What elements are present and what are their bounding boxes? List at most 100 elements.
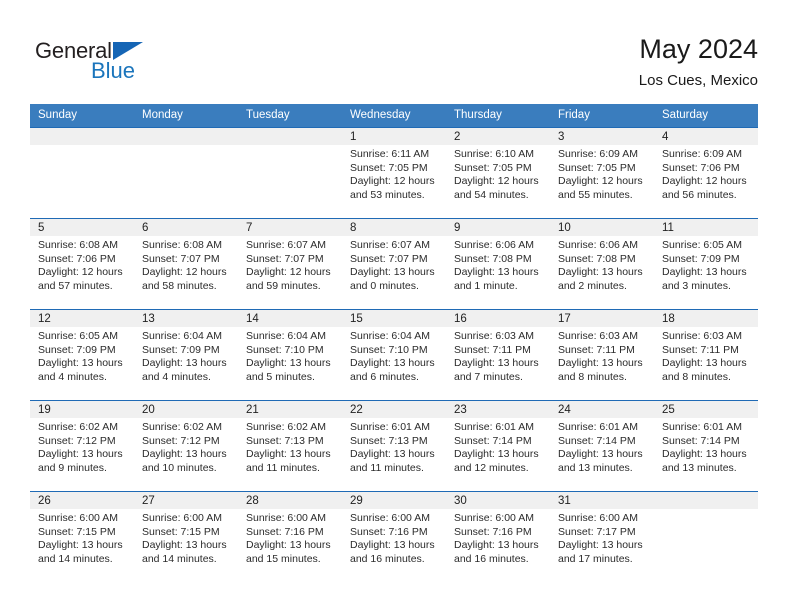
day-details: Sunrise: 6:03 AM Sunset: 7:11 PM Daylight:… bbox=[446, 327, 550, 384]
sunset-text: Sunset: 7:11 PM bbox=[454, 343, 531, 356]
sunrise-text: Sunrise: 6:11 AM bbox=[350, 148, 430, 160]
day-details: Sunrise: 6:01 AM Sunset: 7:14 PM Daylight:… bbox=[654, 418, 758, 475]
day-cell[interactable]: 26 Sunrise: 6:00 AM Sunset: 7:15 PM Dayligh… bbox=[30, 492, 134, 582]
day-cell[interactable]: 14 Sunrise: 6:04 AM Sunset: 7:10 PM Dayligh… bbox=[238, 310, 342, 400]
sunrise-text: Sunrise: 6:00 AM bbox=[558, 512, 638, 524]
calendar-cell: 8 Sunrise: 6:07 AM Sunset: 7:07 PM Daylight… bbox=[342, 218, 446, 310]
sunset-text: Sunset: 7:13 PM bbox=[350, 434, 428, 447]
daylight-text: Daylight: 13 hours bbox=[558, 539, 643, 552]
day-cell[interactable]: 25 Sunrise: 6:01 AM Sunset: 7:14 PM Dayligh… bbox=[654, 401, 758, 491]
day-cell[interactable]: 31 Sunrise: 6:00 AM Sunset: 7:17 PM Dayligh… bbox=[550, 492, 654, 582]
day-cell[interactable]: 9 Sunrise: 6:06 AM Sunset: 7:08 PM Daylight… bbox=[446, 219, 550, 309]
day-cell[interactable]: 6 Sunrise: 6:08 AM Sunset: 7:07 PM Daylight… bbox=[134, 219, 238, 309]
day-details: Sunrise: 6:09 AM Sunset: 7:05 PM Daylight:… bbox=[550, 145, 654, 202]
general-blue-logo[interactable]: General Blue bbox=[35, 38, 235, 88]
day-details: Sunrise: 6:03 AM Sunset: 7:11 PM Daylight:… bbox=[550, 327, 654, 384]
calendar-cell: 14 Sunrise: 6:04 AM Sunset: 7:10 PM Dayligh… bbox=[238, 309, 342, 401]
calendar-cell: 6 Sunrise: 6:08 AM Sunset: 7:07 PM Daylight… bbox=[134, 218, 238, 310]
daylight-text: and 7 minutes. bbox=[454, 370, 523, 383]
day-cell[interactable]: 30 Sunrise: 6:00 AM Sunset: 7:16 PM Dayligh… bbox=[446, 492, 550, 582]
calendar-cell: 27 Sunrise: 6:00 AM Sunset: 7:15 PM Dayligh… bbox=[134, 491, 238, 582]
day-details: Sunrise: 6:04 AM Sunset: 7:09 PM Daylight:… bbox=[134, 327, 238, 384]
daylight-text: Daylight: 13 hours bbox=[142, 448, 227, 461]
day-number: 26 bbox=[30, 492, 134, 509]
day-cell[interactable]: 5 Sunrise: 6:08 AM Sunset: 7:06 PM Daylight… bbox=[30, 219, 134, 309]
day-cell[interactable]: 29 Sunrise: 6:00 AM Sunset: 7:16 PM Dayligh… bbox=[342, 492, 446, 582]
day-cell[interactable]: 28 Sunrise: 6:00 AM Sunset: 7:16 PM Dayligh… bbox=[238, 492, 342, 582]
daylight-text: Daylight: 13 hours bbox=[142, 539, 227, 552]
sunrise-text: Sunrise: 6:00 AM bbox=[350, 512, 430, 524]
day-details: Sunrise: 6:03 AM Sunset: 7:11 PM Daylight:… bbox=[654, 327, 758, 384]
daylight-text: Daylight: 13 hours bbox=[662, 357, 747, 370]
daylight-text: Daylight: 13 hours bbox=[558, 266, 643, 279]
daylight-text: and 16 minutes. bbox=[454, 552, 529, 565]
day-cell[interactable]: 8 Sunrise: 6:07 AM Sunset: 7:07 PM Daylight… bbox=[342, 219, 446, 309]
calendar-cell: 16 Sunrise: 6:03 AM Sunset: 7:11 PM Dayligh… bbox=[446, 309, 550, 401]
sunrise-text: Sunrise: 6:02 AM bbox=[38, 421, 118, 433]
day-number: 19 bbox=[30, 401, 134, 418]
day-number bbox=[30, 128, 134, 145]
day-cell[interactable]: 27 Sunrise: 6:00 AM Sunset: 7:15 PM Dayligh… bbox=[134, 492, 238, 582]
daylight-text: and 58 minutes. bbox=[142, 279, 217, 292]
daylight-text: and 11 minutes. bbox=[350, 461, 424, 474]
day-number: 20 bbox=[134, 401, 238, 418]
day-cell[interactable]: 4 Sunrise: 6:09 AM Sunset: 7:06 PM Daylight… bbox=[654, 128, 758, 218]
day-cell[interactable]: 19 Sunrise: 6:02 AM Sunset: 7:12 PM Dayligh… bbox=[30, 401, 134, 491]
day-cell[interactable]: 2 Sunrise: 6:10 AM Sunset: 7:05 PM Daylight… bbox=[446, 128, 550, 218]
day-cell[interactable]: 12 Sunrise: 6:05 AM Sunset: 7:09 PM Dayligh… bbox=[30, 310, 134, 400]
day-cell[interactable]: 17 Sunrise: 6:03 AM Sunset: 7:11 PM Dayligh… bbox=[550, 310, 654, 400]
day-cell[interactable]: 15 Sunrise: 6:04 AM Sunset: 7:10 PM Dayligh… bbox=[342, 310, 446, 400]
day-number: 29 bbox=[342, 492, 446, 509]
day-details: Sunrise: 6:11 AM Sunset: 7:05 PM Daylight:… bbox=[342, 145, 446, 202]
day-details: Sunrise: 6:09 AM Sunset: 7:06 PM Daylight:… bbox=[654, 145, 758, 202]
day-cell[interactable]: 16 Sunrise: 6:03 AM Sunset: 7:11 PM Dayligh… bbox=[446, 310, 550, 400]
day-cell[interactable]: 7 Sunrise: 6:07 AM Sunset: 7:07 PM Daylight… bbox=[238, 219, 342, 309]
page-title: May 2024 bbox=[639, 34, 758, 64]
weekday-header-wednesday: Wednesday bbox=[342, 104, 446, 128]
day-number bbox=[654, 492, 758, 509]
day-cell[interactable]: 18 Sunrise: 6:03 AM Sunset: 7:11 PM Dayligh… bbox=[654, 310, 758, 400]
day-cell[interactable]: 21 Sunrise: 6:02 AM Sunset: 7:13 PM Dayligh… bbox=[238, 401, 342, 491]
sunset-text: Sunset: 7:13 PM bbox=[246, 434, 324, 447]
daylight-text: and 16 minutes. bbox=[350, 552, 425, 565]
weekday-header-saturday: Saturday bbox=[654, 104, 758, 128]
daylight-text: Daylight: 12 hours bbox=[350, 175, 435, 188]
calendar-cell: 31 Sunrise: 6:00 AM Sunset: 7:17 PM Dayligh… bbox=[550, 491, 654, 582]
daylight-text: and 54 minutes. bbox=[454, 188, 529, 201]
day-cell[interactable]: 23 Sunrise: 6:01 AM Sunset: 7:14 PM Dayligh… bbox=[446, 401, 550, 491]
day-cell[interactable]: 3 Sunrise: 6:09 AM Sunset: 7:05 PM Daylight… bbox=[550, 128, 654, 218]
day-cell[interactable]: 11 Sunrise: 6:05 AM Sunset: 7:09 PM Dayligh… bbox=[654, 219, 758, 309]
day-cell[interactable]: 10 Sunrise: 6:06 AM Sunset: 7:08 PM Dayligh… bbox=[550, 219, 654, 309]
day-number: 21 bbox=[238, 401, 342, 418]
sunrise-text: Sunrise: 6:04 AM bbox=[246, 330, 326, 342]
daylight-text: Daylight: 13 hours bbox=[350, 448, 435, 461]
day-details: Sunrise: 6:00 AM Sunset: 7:16 PM Daylight:… bbox=[446, 509, 550, 566]
daylight-text: Daylight: 12 hours bbox=[454, 175, 539, 188]
daylight-text: Daylight: 13 hours bbox=[350, 357, 435, 370]
day-number: 18 bbox=[654, 310, 758, 327]
sunset-text: Sunset: 7:16 PM bbox=[246, 525, 324, 538]
sunrise-text: Sunrise: 6:06 AM bbox=[454, 239, 534, 251]
calendar-cell: 9 Sunrise: 6:06 AM Sunset: 7:08 PM Daylight… bbox=[446, 218, 550, 310]
calendar-body: 1 Sunrise: 6:11 AM Sunset: 7:05 PM Daylight… bbox=[30, 127, 758, 582]
calendar-cell: 10 Sunrise: 6:06 AM Sunset: 7:08 PM Dayligh… bbox=[550, 218, 654, 310]
day-details: Sunrise: 6:02 AM Sunset: 7:13 PM Daylight:… bbox=[238, 418, 342, 475]
day-cell[interactable]: 1 Sunrise: 6:11 AM Sunset: 7:05 PM Daylight… bbox=[342, 128, 446, 218]
day-number bbox=[134, 128, 238, 145]
sunset-text: Sunset: 7:07 PM bbox=[142, 252, 220, 265]
day-cell[interactable]: 24 Sunrise: 6:01 AM Sunset: 7:14 PM Dayligh… bbox=[550, 401, 654, 491]
calendar-cell: 15 Sunrise: 6:04 AM Sunset: 7:10 PM Dayligh… bbox=[342, 309, 446, 401]
sunset-text: Sunset: 7:16 PM bbox=[350, 525, 428, 538]
day-cell[interactable]: 22 Sunrise: 6:01 AM Sunset: 7:13 PM Dayligh… bbox=[342, 401, 446, 491]
daylight-text: and 12 minutes. bbox=[454, 461, 529, 474]
sunrise-text: Sunrise: 6:00 AM bbox=[246, 512, 326, 524]
day-cell[interactable]: 13 Sunrise: 6:04 AM Sunset: 7:09 PM Dayligh… bbox=[134, 310, 238, 400]
day-cell[interactable]: 20 Sunrise: 6:02 AM Sunset: 7:12 PM Dayligh… bbox=[134, 401, 238, 491]
day-number: 1 bbox=[342, 128, 446, 145]
day-details: Sunrise: 6:00 AM Sunset: 7:15 PM Daylight:… bbox=[30, 509, 134, 566]
daylight-text: Daylight: 13 hours bbox=[246, 539, 331, 552]
daylight-text: Daylight: 12 hours bbox=[662, 175, 747, 188]
sunset-text: Sunset: 7:07 PM bbox=[350, 252, 428, 265]
calendar-cell: 23 Sunrise: 6:01 AM Sunset: 7:14 PM Dayligh… bbox=[446, 400, 550, 492]
sunrise-text: Sunrise: 6:07 AM bbox=[350, 239, 430, 251]
